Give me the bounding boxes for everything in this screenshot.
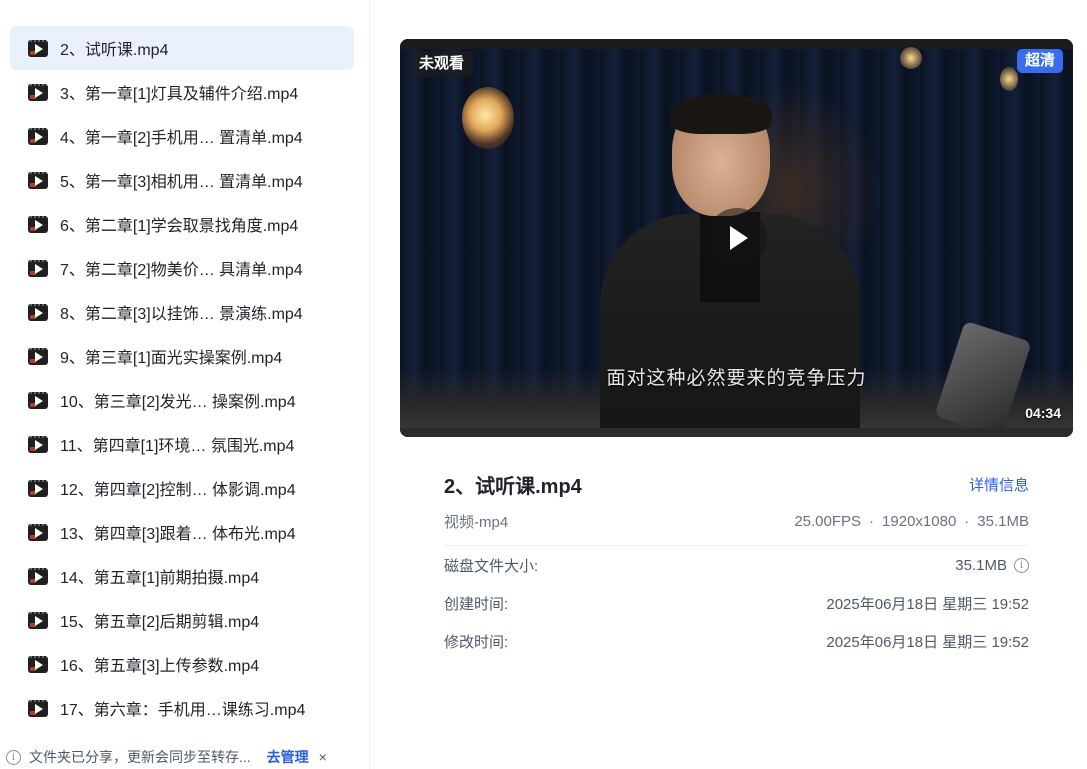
file-item[interactable]: 12、第四章[2]控制… 体影调.mp4 (10, 466, 354, 510)
file-type: 视频-mp4 (444, 513, 509, 531)
file-item[interactable]: 9、第三章[1]面光实操案例.mp4 (10, 334, 354, 378)
detail-info-link[interactable]: 详情信息 (969, 474, 1029, 495)
video-file-icon (28, 83, 48, 101)
video-subtitle: 面对这种必然要来的竞争压力 (606, 367, 867, 389)
file-sidebar: 2、试听课.mp4 3、第一章[1]灯具及辅件介绍.mp4 4、第一章[2]手机… (0, 0, 370, 769)
file-item[interactable]: 7、第二章[2]物美价… 具清单.mp4 (10, 246, 354, 290)
prop-row-disk-size: 磁盘文件大小: 35.1MB i (444, 546, 1029, 584)
file-title: 2、试听课.mp4 (444, 475, 582, 498)
video-file-icon (28, 259, 48, 277)
file-name: 11、第四章[1]环境… 氛围光.mp4 (60, 438, 295, 455)
file-name: 5、第一章[3]相机用… 置清单.mp4 (60, 174, 303, 191)
resolution-value: 1920x1080 (882, 512, 957, 530)
file-item[interactable]: 17、第六章：手机用…课练习.mp4 (10, 686, 354, 730)
video-file-icon (28, 391, 48, 409)
video-file-icon (28, 699, 48, 717)
file-name: 6、第二章[1]学会取景找角度.mp4 (60, 218, 299, 235)
file-item-active[interactable]: 2、试听课.mp4 (10, 26, 354, 70)
close-icon[interactable]: × (319, 749, 327, 765)
prop-label: 磁盘文件大小: (444, 557, 539, 575)
separator-dot: · (869, 512, 875, 530)
video-player[interactable]: 面对这种必然要来的竞争压力 未观看 超清 04:34 (400, 39, 1073, 437)
video-file-icon (28, 215, 48, 233)
share-notice: i 文件夹已分享，更新会同步至转存... 去管理 × (0, 745, 369, 769)
quality-badge[interactable]: 超清 (1016, 49, 1063, 73)
info-icon: i (6, 749, 21, 765)
file-list: 2、试听课.mp4 3、第一章[1]灯具及辅件介绍.mp4 4、第一章[2]手机… (10, 26, 354, 730)
video-file-icon (28, 127, 48, 145)
notice-text: 文件夹已分享，更新会同步至转存... (29, 749, 251, 765)
file-name: 13、第四章[3]跟着… 体布光.mp4 (60, 526, 296, 543)
file-name: 2、试听课.mp4 (60, 42, 169, 59)
fps-value: 25.00FPS (794, 512, 862, 530)
file-name: 15、第五章[2]后期剪辑.mp4 (60, 614, 260, 631)
play-button[interactable] (707, 208, 767, 268)
video-file-icon (28, 611, 48, 629)
file-name: 8、第二章[3]以挂饰… 景演练.mp4 (60, 306, 303, 323)
file-item[interactable]: 10、第三章[2]发光… 操案例.mp4 (10, 378, 354, 422)
prop-label: 创建时间: (444, 595, 509, 613)
bokeh-light (1000, 67, 1018, 91)
file-name: 16、第五章[3]上传参数.mp4 (60, 658, 260, 675)
file-item[interactable]: 16、第五章[3]上传参数.mp4 (10, 642, 354, 686)
file-item[interactable]: 8、第二章[3]以挂饰… 景演练.mp4 (10, 290, 354, 334)
file-name: 12、第四章[2]控制… 体影调.mp4 (60, 482, 296, 499)
file-item[interactable]: 3、第一章[1]灯具及辅件介绍.mp4 (10, 70, 354, 114)
file-item[interactable]: 15、第五章[2]后期剪辑.mp4 (10, 598, 354, 642)
file-info-panel: 2、试听课.mp4 详情信息 视频-mp4 25.00FPS · 1920x10… (444, 468, 1029, 660)
prop-row-created: 创建时间: 2025年06月18日 星期三 19:52 (444, 584, 1029, 622)
file-item[interactable]: 6、第二章[1]学会取景找角度.mp4 (10, 202, 354, 246)
prop-value: 2025年06月18日 星期三 19:52 (826, 595, 1029, 613)
file-name: 7、第二章[2]物美价… 具清单.mp4 (60, 262, 303, 279)
file-name: 9、第三章[1]面光实操案例.mp4 (60, 350, 283, 367)
file-item[interactable]: 4、第一章[2]手机用… 置清单.mp4 (10, 114, 354, 158)
video-file-icon (28, 39, 48, 57)
file-item[interactable]: 5、第一章[3]相机用… 置清单.mp4 (10, 158, 354, 202)
bokeh-light (900, 47, 922, 69)
prop-value: 35.1MB (955, 556, 1007, 574)
separator-dot: · (964, 512, 970, 530)
file-name: 17、第六章：手机用…课练习.mp4 (60, 702, 306, 719)
file-name: 14、第五章[1]前期拍摄.mp4 (60, 570, 260, 587)
lamp-light (462, 87, 514, 149)
video-file-icon (28, 171, 48, 189)
video-file-icon (28, 435, 48, 453)
video-file-icon (28, 479, 48, 497)
unwatched-badge: 未观看 (410, 51, 474, 77)
video-file-icon (28, 347, 48, 365)
file-item[interactable]: 14、第五章[1]前期拍摄.mp4 (10, 554, 354, 598)
size-value: 35.1MB (977, 512, 1029, 530)
file-item[interactable]: 11、第四章[1]环境… 氛围光.mp4 (10, 422, 354, 466)
video-file-icon (28, 567, 48, 585)
prop-row-modified: 修改时间: 2025年06月18日 星期三 19:52 (444, 622, 1029, 660)
prop-label: 修改时间: (444, 633, 509, 651)
video-file-icon (28, 655, 48, 673)
file-item[interactable]: 13、第四章[3]跟着… 体布光.mp4 (10, 510, 354, 554)
video-file-icon (28, 523, 48, 541)
video-file-icon (28, 303, 48, 321)
file-name: 4、第一章[2]手机用… 置清单.mp4 (60, 130, 303, 147)
file-name: 10、第三章[2]发光… 操案例.mp4 (60, 394, 296, 411)
file-name: 3、第一章[1]灯具及辅件介绍.mp4 (60, 86, 299, 103)
prop-value: 2025年06月18日 星期三 19:52 (826, 633, 1029, 651)
video-duration: 04:34 (1025, 405, 1061, 421)
info-icon[interactable]: i (1014, 557, 1029, 573)
progress-bar[interactable] (400, 428, 1073, 437)
manage-link[interactable]: 去管理 (267, 747, 309, 767)
